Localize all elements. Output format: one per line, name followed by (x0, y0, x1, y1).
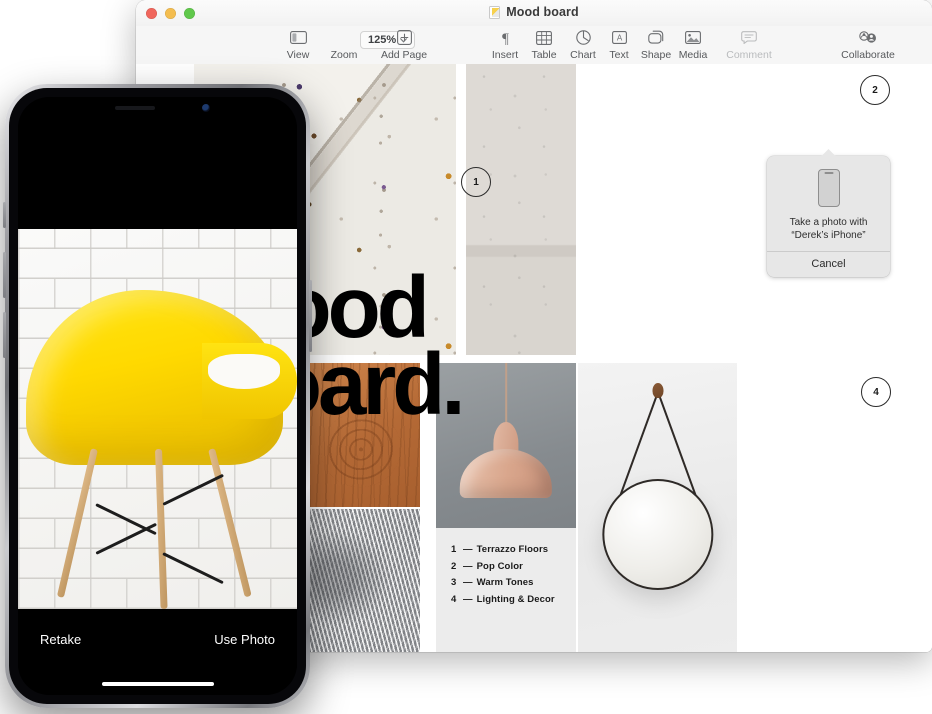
iphone-earpiece-speaker (115, 106, 156, 110)
toolbar-view-label: View (286, 49, 310, 61)
home-indicator[interactable] (101, 681, 214, 686)
list-item: 2 — Pop Color (451, 561, 555, 572)
iphone-volume-up-button[interactable] (3, 252, 6, 298)
mirror-knob (652, 383, 663, 399)
legend-label: Pop Color (476, 560, 523, 572)
legend-label: Warm Tones (476, 577, 534, 588)
toolbar-media-label: Media (678, 49, 708, 61)
camera-preview-toolbar: Retake Use Photo (18, 609, 297, 669)
continuity-camera-popover: Take a photo with “Derek’s iPhone” Cance… (767, 149, 890, 277)
tile-legend-panel[interactable]: 1 — Terrazzo Floors 2 — Pop Color 3 — Wa… (436, 528, 576, 652)
toolbar-add-page[interactable]: Add Page (372, 28, 436, 61)
add-page-icon (396, 28, 412, 47)
tile-pendant-lamp[interactable] (436, 363, 576, 528)
legend-dash: — (463, 544, 473, 555)
popover-prompt-line-1: Take a photo with (789, 217, 868, 228)
iphone-screen[interactable]: Retake Use Photo (18, 97, 297, 695)
yellow-chair-arm-gap (207, 354, 281, 389)
list-item: 1 — Terrazzo Floors (451, 544, 555, 555)
media-image-icon (685, 28, 701, 47)
tile-round-mirror[interactable] (578, 363, 737, 652)
list-item: 3 — Warm Tones (451, 577, 555, 588)
toolbar-zoom-label: Zoom (330, 49, 358, 61)
popover-prompt-line-2: “Derek’s iPhone” (791, 230, 866, 242)
list-item: 4 — Lighting & Decor (451, 594, 555, 605)
svg-text:¶: ¶ (502, 31, 509, 45)
iphone-device: Retake Use Photo (3, 84, 312, 708)
paragraph-pilcrow-icon: ¶ (499, 28, 512, 47)
table-icon (536, 28, 552, 47)
legend-number: 2 (451, 560, 457, 572)
toolbar-media[interactable]: Media (661, 28, 725, 61)
popover-prompt: Take a photo with “Derek’s iPhone” (775, 216, 882, 242)
window-title-group: Mood board (136, 5, 932, 19)
comment-bubble-icon (741, 28, 757, 47)
main-toolbar: View 125% Zoom Add Page ¶ Insert Table C… (136, 26, 932, 64)
svg-text:A: A (616, 34, 622, 43)
sidebar-icon (289, 28, 307, 47)
badge-1[interactable]: 1 (461, 167, 491, 197)
popover-body: Take a photo with “Derek’s iPhone” (767, 156, 890, 251)
legend-dash: — (463, 577, 473, 588)
photo-preview[interactable] (18, 229, 297, 609)
toolbar-zoom[interactable]: 125% Zoom (312, 28, 416, 61)
lamp-shade (459, 448, 553, 499)
toolbar-collaborate-label: Collaborate (841, 49, 895, 61)
legend-number: 4 (451, 593, 457, 605)
retake-button[interactable]: Retake (40, 632, 81, 647)
legend-dash: — (463, 593, 473, 605)
screenshot-root: Mood board View 125% Zoom Add Page ¶ Ins… (0, 0, 932, 714)
document-file-icon (489, 5, 501, 19)
cancel-button[interactable]: Cancel (767, 252, 890, 277)
tile-concrete-wall[interactable] (466, 64, 576, 355)
iphone-bezel: Retake Use Photo (9, 88, 306, 704)
toolbar-comment-label: Comment (726, 49, 772, 61)
iphone-volume-down-button[interactable] (3, 312, 6, 358)
iphone-icon (817, 169, 840, 207)
iphone-power-button[interactable] (309, 280, 312, 352)
collaborate-icon (858, 28, 878, 47)
legend-number: 3 (451, 577, 457, 588)
badge-4[interactable]: 4 (861, 377, 891, 407)
toolbar-comment[interactable]: Comment (717, 28, 781, 61)
toolbar-collaborate[interactable]: Collaborate (831, 28, 905, 61)
toolbar-add-page-label: Add Page (380, 49, 428, 61)
iphone-silent-switch[interactable] (3, 202, 6, 228)
window-titlebar: Mood board (136, 0, 932, 26)
badge-2[interactable]: 2 (860, 75, 890, 105)
lamp-cord (505, 363, 507, 429)
legend-label: Terrazzo Floors (476, 544, 549, 555)
mirror-glass (601, 478, 714, 590)
legend-label: Lighting & Decor (476, 593, 555, 605)
legend-number: 1 (451, 544, 457, 555)
legend-list: 1 — Terrazzo Floors 2 — Pop Color 3 — Wa… (451, 544, 555, 610)
legend-dash: — (463, 560, 473, 572)
iphone-front-camera (202, 104, 211, 112)
window-title: Mood board (506, 5, 579, 19)
use-photo-button[interactable]: Use Photo (214, 632, 275, 647)
